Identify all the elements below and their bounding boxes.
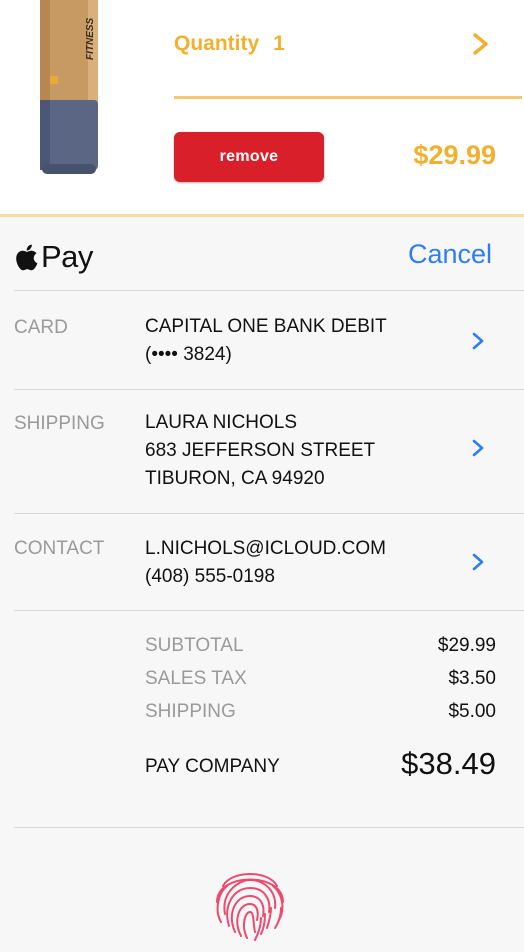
- total-value: $38.49: [401, 746, 496, 781]
- divider: [14, 290, 524, 291]
- divider: [14, 610, 524, 611]
- cancel-button[interactable]: Cancel: [408, 239, 492, 270]
- sales-tax-value: $3.50: [448, 668, 496, 689]
- apple-pay-logo: Pay: [14, 237, 93, 277]
- divider: [14, 827, 524, 828]
- contact-email: L.NICHOLS@ICLOUD.COM: [145, 538, 386, 559]
- shipping-name: LAURA NICHOLS: [145, 412, 298, 433]
- product-image: FITNESS: [40, 0, 98, 174]
- product-card: FITNESS Quantity 1 remove $29.99: [0, 0, 524, 216]
- subtotal-value: $29.99: [437, 635, 496, 656]
- shipping-city: TIBURON, CA 94920: [145, 468, 325, 489]
- shipping-value[interactable]: LAURA NICHOLS 683 JEFFERSON STREET TIBUR…: [145, 409, 375, 493]
- quantity-label: Quantity: [174, 32, 260, 55]
- product-price: $29.99: [413, 140, 496, 170]
- shipping-cost-value: $5.00: [448, 701, 496, 722]
- card-number: (•••• 3824): [145, 344, 232, 365]
- subtotal-label: SUBTOTAL: [145, 635, 244, 656]
- shipping-cost-label: SHIPPING: [145, 701, 236, 722]
- card-label: CARD: [14, 317, 68, 338]
- shipping-street: 683 JEFFERSON STREET: [145, 440, 376, 461]
- card-value[interactable]: CAPITAL ONE BANK DEBIT (•••• 3824): [145, 313, 387, 369]
- contact-phone: (408) 555-0198: [145, 566, 275, 587]
- product-image-text: FITNESS: [85, 17, 96, 60]
- apple-pay-text: Pay: [41, 239, 93, 274]
- quantity-value: 1: [273, 32, 285, 55]
- fingerprint-icon[interactable]: [209, 862, 291, 944]
- chevron-right-icon[interactable]: [470, 438, 486, 458]
- shipping-label: SHIPPING: [14, 413, 105, 434]
- divider: [14, 389, 524, 390]
- chevron-right-icon: [473, 33, 488, 55]
- apple-pay-sheet: Pay Cancel CARD CAPITAL ONE BANK DEBIT (…: [0, 217, 524, 952]
- quantity-divider: [174, 96, 522, 99]
- contact-value[interactable]: L.NICHOLS@ICLOUD.COM (408) 555-0198: [145, 535, 386, 591]
- remove-button[interactable]: remove: [174, 132, 324, 182]
- apple-logo-icon: [16, 244, 38, 270]
- card-name: CAPITAL ONE BANK DEBIT: [145, 316, 387, 337]
- sales-tax-label: SALES TAX: [145, 668, 247, 689]
- chevron-right-icon[interactable]: [470, 331, 486, 351]
- divider: [14, 513, 524, 514]
- chevron-right-icon[interactable]: [470, 552, 486, 572]
- contact-label: CONTACT: [14, 538, 105, 559]
- quantity-row[interactable]: Quantity 1: [174, 22, 496, 66]
- total-label: PAY COMPANY: [145, 756, 280, 777]
